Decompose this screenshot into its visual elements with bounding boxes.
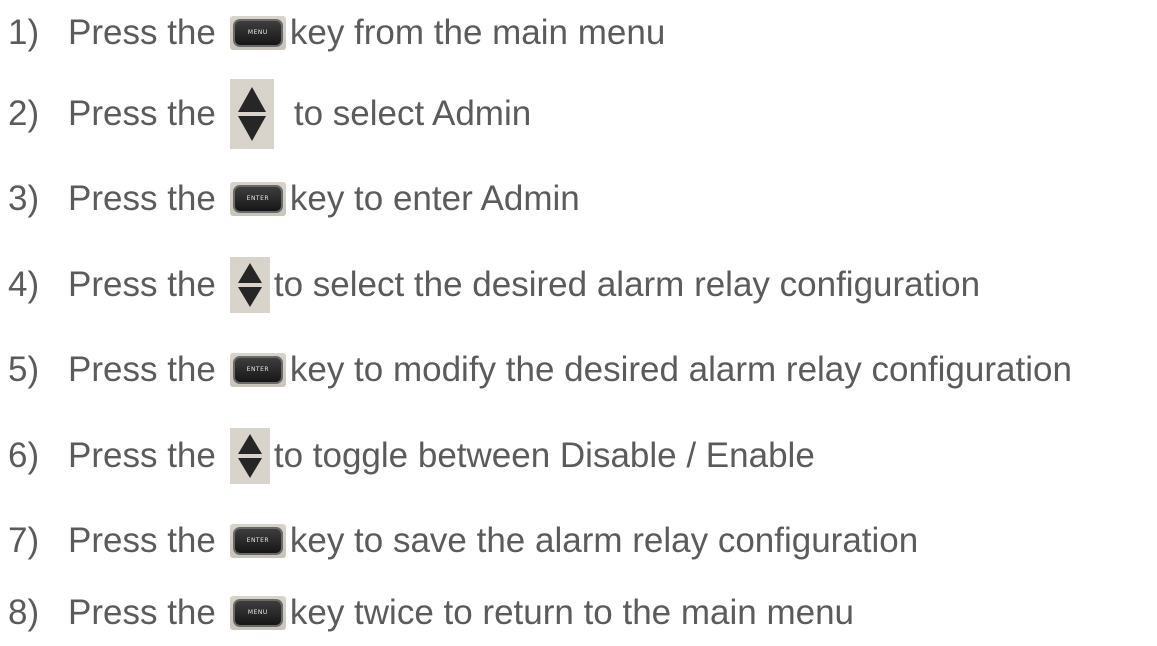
key-label: MENU bbox=[232, 599, 283, 627]
step-text: key twice to return to the main menu bbox=[289, 593, 855, 632]
step-number: 6) bbox=[8, 436, 40, 475]
step-number: 3) bbox=[8, 179, 40, 218]
instruction-steps: 1) Press the MENU key from the main menu… bbox=[0, 0, 1157, 646]
step-7: 7) Press the ENTER key to save the alarm… bbox=[8, 511, 918, 571]
step-number: 5) bbox=[8, 350, 40, 389]
enter-key-icon: ENTER bbox=[229, 524, 286, 558]
enter-key-icon: ENTER bbox=[229, 353, 286, 387]
key-label: ENTER bbox=[232, 527, 283, 555]
step-6: 6) Press the to toggle between Disable /… bbox=[8, 426, 815, 486]
step-number: 4) bbox=[8, 265, 40, 304]
step-prefix: Press the bbox=[68, 13, 216, 52]
step-1: 1) Press the MENU key from the main menu bbox=[8, 3, 665, 63]
step-prefix: Press the bbox=[68, 436, 216, 475]
step-3: 3) Press the ENTER key to enter Admin bbox=[8, 169, 580, 229]
step-prefix: Press the bbox=[68, 521, 216, 560]
step-text: key from the main menu bbox=[289, 13, 666, 52]
menu-key-icon: MENU bbox=[229, 16, 286, 50]
step-number: 7) bbox=[8, 521, 40, 560]
step-number: 1) bbox=[8, 13, 40, 52]
step-number: 8) bbox=[8, 593, 40, 632]
up-down-arrow-icon bbox=[229, 79, 274, 149]
step-4: 4) Press the to select the desired alarm… bbox=[8, 255, 980, 315]
up-down-arrow-icon bbox=[229, 428, 270, 484]
step-number: 2) bbox=[8, 94, 40, 133]
menu-key-icon: MENU bbox=[229, 596, 286, 630]
step-prefix: Press the bbox=[68, 265, 216, 304]
step-text: to select the desired alarm relay config… bbox=[273, 265, 981, 304]
step-text: key to modify the desired alarm relay co… bbox=[289, 350, 1072, 389]
up-down-arrow-icon bbox=[229, 257, 270, 313]
key-label: MENU bbox=[232, 19, 283, 47]
step-2: 2) Press the to select Admin bbox=[8, 79, 532, 149]
step-prefix: Press the bbox=[68, 94, 216, 133]
key-label: ENTER bbox=[232, 356, 283, 384]
key-label: ENTER bbox=[232, 185, 283, 213]
step-8: 8) Press the MENU key twice to return to… bbox=[8, 583, 854, 643]
step-text: key to save the alarm relay configuratio… bbox=[289, 521, 919, 560]
enter-key-icon: ENTER bbox=[229, 182, 286, 216]
step-text: to select Admin bbox=[293, 94, 532, 133]
step-text: to toggle between Disable / Enable bbox=[273, 436, 815, 475]
step-text: key to enter Admin bbox=[289, 179, 580, 218]
step-5: 5) Press the ENTER key to modify the des… bbox=[8, 340, 1072, 400]
step-prefix: Press the bbox=[68, 350, 216, 389]
step-prefix: Press the bbox=[68, 593, 216, 632]
step-prefix: Press the bbox=[68, 179, 216, 218]
